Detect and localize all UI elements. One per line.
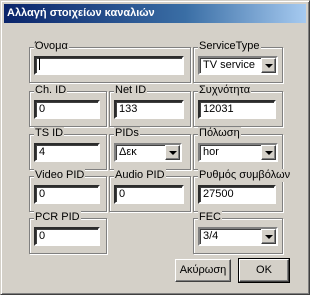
fec-label: FEC	[198, 211, 222, 224]
window-title: Αλλαγή στοιχείων καναλιών	[7, 7, 155, 19]
symbol-rate-group: Ρυθμός συμβόλων 27500	[193, 169, 292, 212]
service-type-value: TV service	[203, 59, 255, 71]
net-id-input[interactable]: 133	[114, 100, 184, 119]
video-pid-group: Video PID 0	[29, 169, 107, 212]
pids-value: Δεκ	[119, 146, 137, 158]
ch-id-label: Ch. ID	[34, 84, 68, 97]
fec-value: 3/4	[203, 230, 219, 242]
fec-select[interactable]: 3/4	[198, 227, 278, 246]
service-type-label: ServiceType	[198, 40, 261, 53]
ch-id-group: Ch. ID 0	[29, 84, 107, 127]
title-bar[interactable]: Αλλαγή στοιχείων καναλιών	[4, 4, 306, 23]
ok-button[interactable]: OK	[238, 258, 290, 283]
net-id-group: Net ID 133	[109, 84, 191, 127]
pids-group: PIDs Δεκ	[109, 127, 191, 170]
name-label: Όνομα	[34, 40, 69, 53]
pcr-pid-input[interactable]: 0	[34, 227, 100, 246]
audio-pid-group: Audio PID 0	[109, 169, 191, 212]
chevron-down-icon[interactable]	[261, 58, 276, 73]
frequency-group: Συχνότητα 12031	[193, 84, 283, 127]
chevron-down-icon[interactable]	[261, 229, 276, 244]
chevron-down-icon[interactable]	[261, 145, 276, 160]
name-group: Όνομα	[29, 40, 191, 83]
ch-id-input[interactable]: 0	[34, 100, 100, 119]
text-caret	[39, 58, 40, 71]
polarization-group: Πόλωση hor	[193, 127, 283, 170]
service-type-group: ServiceType TV service	[193, 40, 283, 83]
frequency-label: Συχνότητα	[198, 84, 252, 97]
frequency-input[interactable]: 12031	[198, 100, 276, 119]
ts-id-input[interactable]: 4	[34, 143, 100, 162]
polarization-label: Πόλωση	[198, 127, 241, 140]
video-pid-label: Video PID	[34, 169, 86, 182]
ts-id-group: TS ID 4	[29, 127, 107, 170]
ts-id-label: TS ID	[34, 127, 65, 140]
video-pid-input[interactable]: 0	[34, 185, 100, 204]
service-type-select[interactable]: TV service	[198, 56, 278, 75]
chevron-down-icon[interactable]	[165, 145, 180, 160]
cancel-button[interactable]: Ακύρωση	[175, 259, 231, 282]
audio-pid-input[interactable]: 0	[114, 185, 184, 204]
polarization-select[interactable]: hor	[198, 143, 278, 162]
polarization-value: hor	[203, 146, 219, 158]
pids-label: PIDs	[114, 127, 140, 140]
audio-pid-label: Audio PID	[114, 169, 166, 182]
pcr-pid-label: PCR PID	[34, 211, 81, 224]
pids-select[interactable]: Δεκ	[114, 143, 182, 162]
pcr-pid-group: PCR PID 0	[29, 211, 107, 254]
symbol-rate-label: Ρυθμός συμβόλων	[198, 169, 292, 182]
net-id-label: Net ID	[114, 84, 148, 97]
name-input[interactable]	[34, 56, 184, 75]
symbol-rate-input[interactable]: 27500	[198, 185, 276, 204]
fec-group: FEC 3/4	[193, 211, 283, 254]
edit-channel-dialog: Αλλαγή στοιχείων καναλιών Όνομα ServiceT…	[0, 0, 310, 295]
